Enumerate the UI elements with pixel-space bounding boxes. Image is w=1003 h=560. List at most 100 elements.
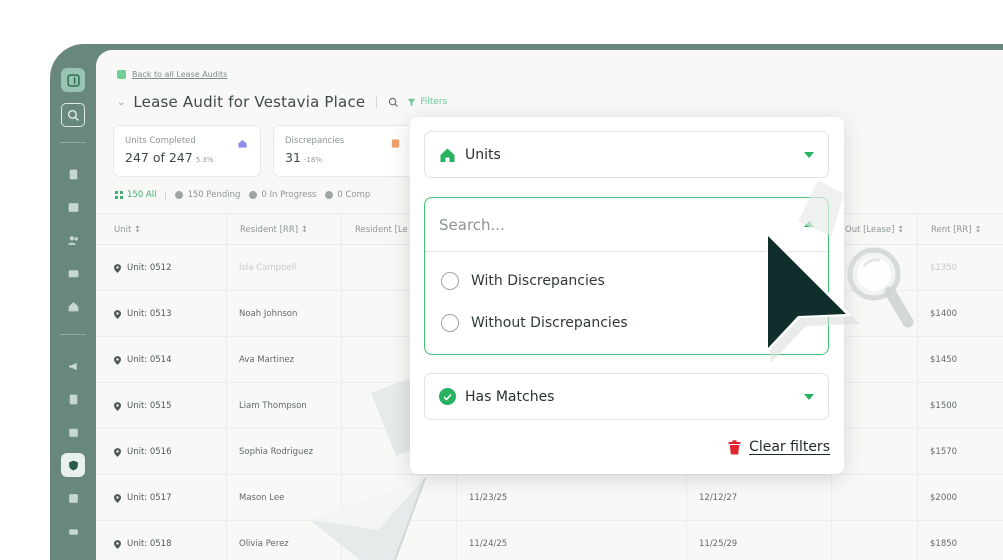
image-icon[interactable] [61,195,85,219]
printer-icon[interactable] [61,519,85,543]
app-logo-icon[interactable] [61,68,85,92]
table-cell-rent: $2000 [917,475,1003,521]
tab-all[interactable]: 150 All [115,190,156,200]
stat-value-text: 247 of 247 [125,150,193,165]
cell-text: 11/25/29 [699,539,738,549]
status-tabs: 150 All 150 Pending 0 In Progress 0 Comp [115,190,370,200]
option-without-discrepancies[interactable]: Without Discrepancies [441,314,628,332]
column-divider [226,337,227,382]
option-with-discrepancies[interactable]: With Discrepancies [441,272,605,290]
tab-divider [165,190,167,200]
cell-text: Mason Lee [239,493,285,503]
grid-icon [115,191,123,199]
column-divider [226,245,227,290]
tab-pending[interactable]: 150 Pending [175,190,240,200]
shield-icon[interactable] [61,453,85,477]
tab-complete-label: 0 Comp [337,190,371,200]
column-header-rent-rr[interactable]: Rent [RR] ↕ [917,214,1003,246]
stat-card-units-completed: Units Completed 247 of 247 5.3% [113,125,261,177]
title-row: ⌄ Lease Audit for Vestavia Place Filters [117,93,447,111]
table-cell-resident: Sophia Rodriguez [226,429,341,475]
table-row[interactable]: Unit: 0518 Olivia Perez 11/24/25 11/25/29 $1… [96,521,1003,560]
options-search-input[interactable]: Search... [425,198,828,252]
stat-card-discrepancies: Discrepancies 31 -18% [273,125,433,177]
column-divider [226,383,227,428]
sidebar-search-icon[interactable] [61,103,85,127]
column-header-resident-rr[interactable]: Resident [RR] ↕ [226,214,341,246]
column-divider [917,291,918,336]
column-divider [226,475,227,520]
cell-text: 12/12/27 [699,493,738,503]
column-divider [341,245,342,290]
in-progress-icon [249,191,258,199]
table-cell-rent: $1400 [917,291,1003,337]
column-divider [831,521,832,560]
check-circle-icon [439,388,456,405]
chevron-down-icon[interactable]: ⌄ [117,97,125,108]
archive-icon[interactable] [61,420,85,444]
cell-text: $1570 [930,447,958,457]
column-divider [456,475,457,520]
map-pin-icon [114,309,121,319]
column-divider [226,291,227,336]
table-cell-resident: Noah Johnson [226,291,341,337]
table-cell-rent: $1570 [917,429,1003,475]
cell-text: $1450 [930,355,958,365]
map-pin-icon [114,493,121,503]
document-icon[interactable] [61,162,85,186]
filters-button[interactable]: Filters [407,97,447,107]
column-divider [917,521,918,560]
report-icon[interactable] [61,387,85,411]
column-divider [917,383,918,428]
sidebar [50,44,96,560]
caret-up-icon[interactable] [804,220,814,228]
column-header-label: Unit [114,225,132,235]
funnel-icon [408,98,416,106]
cell-text: Unit: 0516 [127,447,172,457]
column-divider [341,475,342,520]
table-row[interactable]: Unit: 0517 Mason Lee 11/23/25 12/12/27 $2000 [96,475,1003,521]
option-label: Without Discrepancies [471,315,628,331]
table-cell-unit: Unit: 0512 [96,245,226,291]
table-cell-unit: Unit: 0516 [96,429,226,475]
megaphone-icon[interactable] [61,354,85,378]
cell-text: Noah Johnson [239,309,298,319]
tab-complete[interactable]: 0 Comp [325,190,370,200]
stage: Back to all Lease Audits ⌄ Lease Audit f… [0,0,1003,560]
clear-filters-button[interactable]: Clear filters [728,439,830,455]
table-cell-unit: Unit: 0514 [96,337,226,383]
column-divider [456,521,457,560]
filters-label: Filters [420,97,448,107]
cell-text: Isla Campbell [239,263,297,273]
back-arrow-icon [117,70,126,79]
chart-icon[interactable] [61,486,85,510]
search-icon[interactable] [388,97,399,108]
sidebar-divider [60,334,86,335]
table-cell-rent: $1500 [917,383,1003,429]
cell-text: Olivia Perez [239,539,289,549]
units-select[interactable]: Units [424,131,829,178]
column-header-label: Resident [RR] [240,225,299,235]
stat-value: 31 -18% [285,150,421,165]
cell-text: Unit: 0513 [127,309,172,319]
caret-down-icon [804,393,814,400]
column-divider [686,475,687,520]
column-header-unit[interactable]: Unit ↕ [96,214,226,246]
map-pin-icon [114,447,121,457]
tab-in-progress[interactable]: 0 In Progress [249,190,316,200]
back-link[interactable]: Back to all Lease Audits [117,70,227,79]
cell-text: Unit: 0512 [127,263,172,273]
has-matches-select[interactable]: Has Matches [424,373,829,420]
column-divider [917,337,918,382]
cell-text: Ava Martinez [239,355,295,365]
home-icon[interactable] [61,294,85,318]
users-icon[interactable] [61,228,85,252]
radio-icon [441,272,459,290]
complete-icon [325,191,334,199]
page-title: Lease Audit for Vestavia Place [133,93,366,111]
cell-text: Unit: 0515 [127,401,172,411]
radio-icon [441,314,459,332]
table-cell-date1: 11/23/25 [456,475,571,521]
column-divider [226,521,227,560]
mail-icon[interactable] [61,261,85,285]
